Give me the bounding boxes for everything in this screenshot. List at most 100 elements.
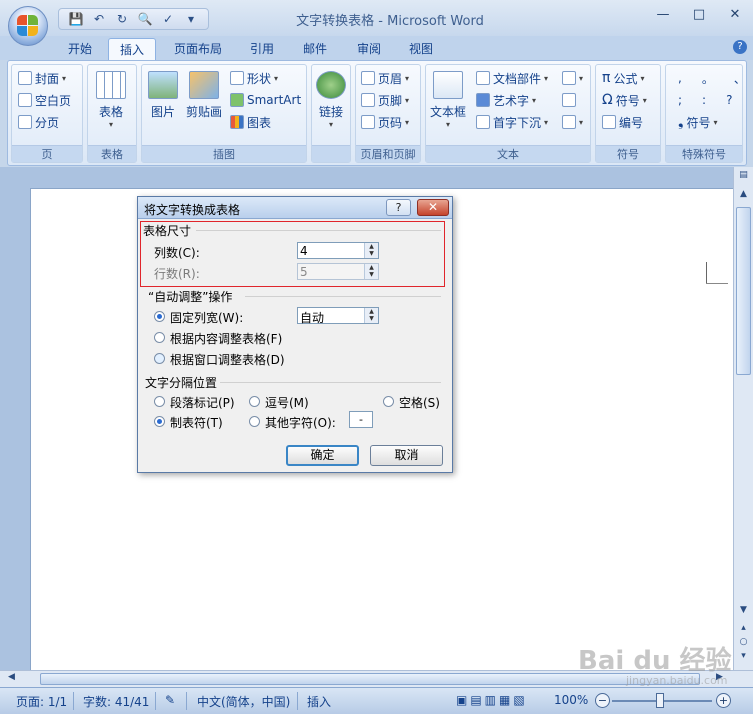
previous-page-icon[interactable]: ▴ bbox=[736, 623, 751, 637]
tab-radio[interactable] bbox=[154, 416, 165, 427]
footer-button[interactable]: 页脚 ▾ bbox=[361, 90, 409, 110]
quickparts-label: 文档部件 bbox=[493, 71, 542, 86]
tab-home[interactable]: 开始 bbox=[58, 38, 102, 60]
customize-icon[interactable]: ▾ bbox=[182, 10, 200, 28]
group-illustrations: 图片 剪贴画 形状 ▾ SmartArt 图表 插图 bbox=[141, 64, 307, 163]
wordart-button[interactable]: 艺术字 ▾ bbox=[476, 90, 536, 110]
view-buttons-icon[interactable]: ▣▤▥▦▧ bbox=[456, 693, 528, 707]
fixed-width-spin-buttons[interactable]: ▲ ▼ bbox=[364, 308, 378, 323]
paragraph-radio[interactable] bbox=[154, 396, 165, 407]
special-symbol-button[interactable]: ❟ 符号 ▾ bbox=[678, 112, 718, 132]
vertical-scrollbar[interactable]: ▤ ▲ ▼ ▴ ○ ▾ bbox=[733, 167, 753, 670]
scroll-left-icon[interactable]: ◀ bbox=[4, 672, 19, 686]
quickparts-button[interactable]: 文档部件 ▾ bbox=[476, 68, 548, 88]
page-break-button[interactable]: 分页 bbox=[18, 112, 59, 132]
print-preview-icon[interactable]: 🔍 bbox=[136, 10, 154, 28]
word-count[interactable]: 字数: 41/41 bbox=[83, 693, 149, 710]
vertical-scroll-thumb[interactable] bbox=[736, 207, 751, 375]
tab-review[interactable]: 审阅 bbox=[347, 38, 391, 60]
help-icon[interactable]: ? bbox=[733, 40, 747, 54]
section-divider bbox=[220, 382, 441, 383]
tab-references[interactable]: 引用 bbox=[240, 38, 284, 60]
zoom-slider-knob[interactable] bbox=[656, 693, 664, 708]
fixed-width-value[interactable]: 自动 bbox=[300, 309, 324, 326]
tab-view[interactable]: 视图 bbox=[399, 38, 443, 60]
proofing-icon[interactable]: ✎ bbox=[165, 693, 175, 707]
group-label-special-symbols: 特殊符号 bbox=[666, 145, 742, 162]
group-symbols: π 公式 ▾ Ω 符号 ▾ 编号 符号 bbox=[595, 64, 661, 163]
next-page-icon[interactable]: ▾ bbox=[736, 651, 751, 665]
fixed-width-radio[interactable] bbox=[154, 311, 165, 322]
object-button[interactable]: ▾ bbox=[562, 112, 583, 132]
dialog-help-button[interactable]: ? bbox=[386, 199, 411, 216]
office-button[interactable] bbox=[8, 6, 48, 46]
paragraph-label: 段落标记(P) bbox=[170, 396, 235, 410]
shapes-button[interactable]: 形状 ▾ bbox=[230, 68, 278, 88]
insert-mode[interactable]: 插入 bbox=[307, 693, 331, 710]
undo-icon[interactable]: ↶ bbox=[90, 10, 108, 28]
dialog-close-button[interactable]: ✕ bbox=[417, 199, 449, 216]
page-number-button[interactable]: 页码 ▾ bbox=[361, 112, 409, 132]
space-radio[interactable] bbox=[383, 396, 394, 407]
shapes-icon bbox=[230, 71, 244, 85]
blank-page-button[interactable]: 空白页 bbox=[18, 90, 71, 110]
cover-page-label: 封面 bbox=[35, 71, 60, 86]
page-count[interactable]: 页面: 1/1 bbox=[16, 693, 67, 710]
dialog-title-bar: 将文字转换成表格 ? ✕ bbox=[138, 197, 452, 219]
smartart-button[interactable]: SmartArt bbox=[230, 90, 301, 110]
minimize-button[interactable]: — bbox=[651, 4, 675, 24]
ribbon: 封面 ▾ 空白页 分页 页 表格 ▾ 表格 图片 剪贴画 形状 ▾ SmartArt … bbox=[7, 60, 747, 166]
textbox-icon bbox=[433, 71, 463, 99]
spelling-icon[interactable]: ✓ bbox=[159, 10, 177, 28]
numbering-button[interactable]: 编号 bbox=[602, 112, 643, 132]
period-symbol[interactable]: 。 bbox=[702, 70, 714, 87]
maximize-button[interactable]: □ bbox=[687, 4, 711, 24]
picture-button[interactable]: 图片 bbox=[148, 71, 178, 120]
other-radio[interactable] bbox=[249, 416, 260, 427]
redo-icon[interactable]: ↻ bbox=[113, 10, 131, 28]
columns-spinner[interactable]: 4 ▲ ▼ bbox=[297, 242, 379, 259]
tab-insert[interactable]: 插入 bbox=[108, 38, 156, 60]
comma-symbol[interactable]: , bbox=[678, 71, 682, 85]
semicolon-symbol[interactable]: ; bbox=[678, 93, 682, 107]
equation-button[interactable]: π 公式 ▾ bbox=[602, 68, 644, 88]
cancel-button[interactable]: 取消 bbox=[370, 445, 443, 466]
zoom-out-button[interactable]: − bbox=[595, 693, 610, 708]
colon-symbol[interactable]: : bbox=[702, 93, 706, 107]
zoom-in-button[interactable]: + bbox=[716, 693, 731, 708]
signature-line-button[interactable]: ▾ bbox=[562, 68, 583, 88]
page-break-label: 分页 bbox=[35, 115, 60, 130]
close-button[interactable]: ✕ bbox=[723, 4, 747, 24]
fixed-width-spinner[interactable]: 自动 ▲ ▼ bbox=[297, 307, 379, 326]
save-icon[interactable]: 💾 bbox=[67, 10, 85, 28]
question-symbol[interactable]: ? bbox=[726, 93, 732, 107]
header-button[interactable]: 页眉 ▾ bbox=[361, 68, 409, 88]
browse-object-icon[interactable]: ○ bbox=[736, 637, 751, 651]
link-button[interactable]: 链接 ▾ bbox=[316, 71, 346, 129]
columns-spin-buttons[interactable]: ▲ ▼ bbox=[364, 243, 378, 258]
tab-page-layout[interactable]: 页面布局 bbox=[166, 38, 230, 60]
language-indicator[interactable]: 中文(简体，中国) bbox=[197, 693, 290, 710]
columns-value[interactable]: 4 bbox=[300, 244, 308, 258]
pause-symbol[interactable]: 、 bbox=[734, 70, 746, 87]
dropcap-button[interactable]: 首字下沉 ▾ bbox=[476, 112, 548, 132]
textbox-button[interactable]: 文本框 ▾ bbox=[430, 71, 466, 129]
group-tables: 表格 ▾ 表格 bbox=[87, 64, 137, 163]
scroll-down-icon[interactable]: ▼ bbox=[736, 605, 751, 619]
scroll-up-icon[interactable]: ▲ bbox=[736, 189, 751, 203]
autofit-content-radio[interactable] bbox=[154, 332, 165, 343]
other-char-input[interactable]: - bbox=[349, 411, 373, 428]
autofit-window-radio[interactable] bbox=[154, 353, 165, 364]
comma-radio[interactable] bbox=[249, 396, 260, 407]
chart-button[interactable]: 图表 bbox=[230, 112, 271, 132]
zoom-level[interactable]: 100% bbox=[554, 693, 588, 707]
cover-page-button[interactable]: 封面 ▾ bbox=[18, 68, 66, 88]
ruler-toggle-icon[interactable]: ▤ bbox=[736, 170, 751, 184]
date-time-button[interactable] bbox=[562, 90, 576, 110]
table-label: 表格 bbox=[98, 105, 123, 119]
tab-mailings[interactable]: 邮件 bbox=[293, 38, 337, 60]
clipart-button[interactable]: 剪贴画 bbox=[186, 71, 222, 120]
symbol-button[interactable]: Ω 符号 ▾ bbox=[602, 90, 647, 110]
table-button[interactable]: 表格 ▾ bbox=[96, 71, 126, 129]
ok-button[interactable]: 确定 bbox=[286, 445, 359, 466]
